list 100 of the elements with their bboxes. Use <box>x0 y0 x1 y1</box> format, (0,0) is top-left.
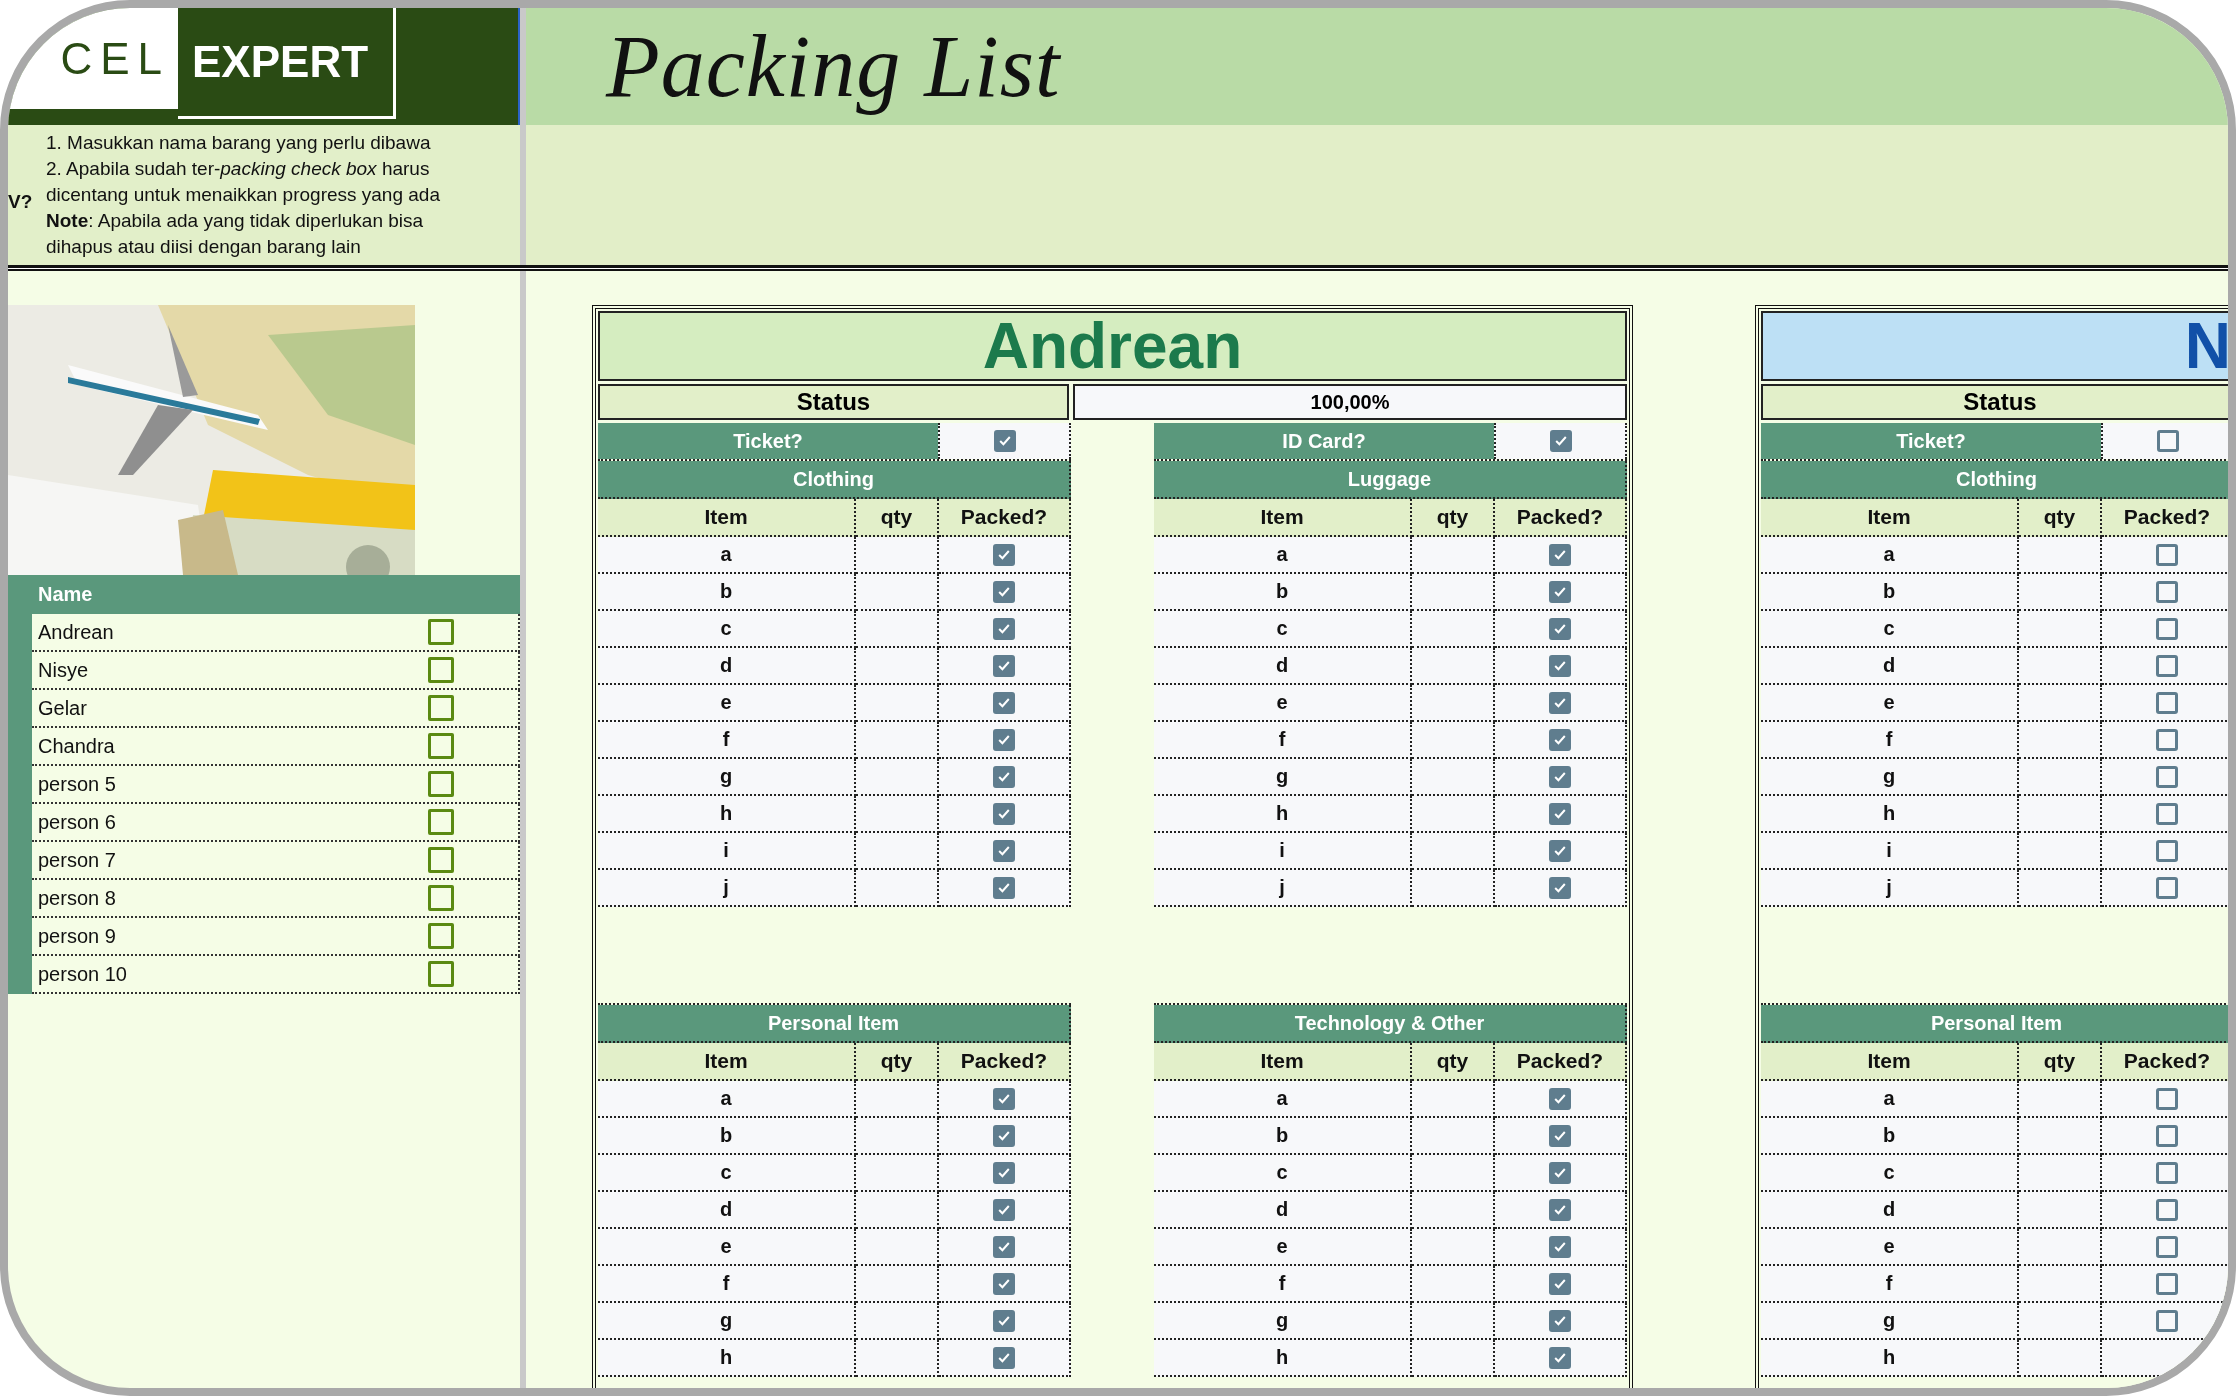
checkbox[interactable] <box>1549 839 1571 862</box>
checkbox[interactable] <box>1549 543 1571 566</box>
person-name: Chandra <box>37 734 116 758</box>
person-name: person 8 <box>37 886 117 910</box>
check-label: Ticket? <box>598 423 938 459</box>
section-header: Technology & Other <box>1154 1005 1627 1043</box>
checkbox[interactable] <box>993 580 1015 603</box>
checkbox[interactable] <box>1549 617 1571 640</box>
checkbox[interactable] <box>1549 1198 1571 1221</box>
checkbox[interactable] <box>428 771 454 797</box>
logo-text: CEL <box>8 8 178 109</box>
person-name: Andrean <box>37 620 115 644</box>
checkbox[interactable] <box>2156 1198 2178 1221</box>
checkbox[interactable] <box>1549 1161 1571 1184</box>
checkbox[interactable] <box>1549 1124 1571 1147</box>
checkbox[interactable] <box>428 809 454 835</box>
checkbox[interactable] <box>428 847 454 873</box>
checkbox[interactable] <box>1549 802 1571 825</box>
checkbox[interactable] <box>2156 654 2178 677</box>
checkbox[interactable] <box>2156 802 2178 825</box>
section-header: Luggage <box>1154 461 1627 499</box>
checkbox[interactable] <box>428 733 454 759</box>
table-cell: h <box>1154 1340 1412 1377</box>
status-label: Status <box>1761 384 2228 420</box>
person-name: person 9 <box>37 924 117 948</box>
checkbox[interactable] <box>993 765 1015 788</box>
checkbox[interactable] <box>993 543 1015 566</box>
person-name: Gelar <box>37 696 88 720</box>
person-name: person 5 <box>37 772 117 796</box>
table-cell: j <box>1761 870 2019 907</box>
checkbox[interactable] <box>428 619 454 645</box>
checkbox[interactable] <box>993 654 1015 677</box>
check-label: Ticket? <box>1761 423 2101 459</box>
checkbox[interactable] <box>2156 1309 2178 1332</box>
checkbox[interactable] <box>1549 654 1571 677</box>
checkbox[interactable] <box>993 839 1015 862</box>
table-cell: h <box>1761 1340 2019 1377</box>
checkbox[interactable] <box>428 885 454 911</box>
check-label: ID Card? <box>1154 423 1494 459</box>
checkbox[interactable] <box>993 430 1016 452</box>
checkbox[interactable] <box>993 1087 1015 1110</box>
person-name: person 10 <box>37 962 128 986</box>
checkbox[interactable] <box>1549 1087 1571 1110</box>
checkbox[interactable] <box>428 923 454 949</box>
checkbox[interactable] <box>2156 876 2178 899</box>
person-name: Andrean <box>982 309 1243 383</box>
person-name: person 7 <box>37 848 117 872</box>
table-cell: j <box>1154 870 1412 907</box>
checkbox[interactable] <box>993 1346 1015 1369</box>
checkbox[interactable] <box>2156 765 2178 788</box>
checkbox[interactable] <box>993 1198 1015 1221</box>
checkbox[interactable] <box>1549 580 1571 603</box>
checkbox[interactable] <box>993 1124 1015 1147</box>
logo-text: EXPERT <box>178 8 396 119</box>
person-name: Nisye <box>37 658 89 682</box>
section-header: Personal Item <box>1761 1005 2228 1043</box>
checkbox[interactable] <box>2156 839 2178 862</box>
checkbox[interactable] <box>993 728 1015 751</box>
checkbox[interactable] <box>1549 1309 1571 1332</box>
checkbox[interactable] <box>993 617 1015 640</box>
checkbox[interactable] <box>2156 691 2178 714</box>
person-name: person 6 <box>37 810 117 834</box>
checkbox[interactable] <box>2156 1272 2178 1295</box>
checkbox[interactable] <box>2156 1087 2178 1110</box>
checkbox[interactable] <box>993 1235 1015 1258</box>
checkbox[interactable] <box>993 1272 1015 1295</box>
checkbox[interactable] <box>2156 1124 2178 1147</box>
instruction-text: 2. Apabila sudah ter-packing check box harus dicentang untuk menaikkan progress yang ada <box>46 157 441 207</box>
checkbox[interactable] <box>993 802 1015 825</box>
checkbox[interactable] <box>1549 430 1572 452</box>
sheet-title: Packing List <box>606 17 1061 117</box>
checkbox[interactable] <box>428 695 454 721</box>
instruction-text: 1. Masukkan nama barang yang perlu dibawa <box>46 131 432 155</box>
checkbox[interactable] <box>2156 1235 2178 1258</box>
table-cell: h <box>598 1340 856 1377</box>
checkbox[interactable] <box>2156 617 2178 640</box>
checkbox[interactable] <box>2156 543 2178 566</box>
checkbox[interactable] <box>1549 1235 1571 1258</box>
checkbox[interactable] <box>993 876 1015 899</box>
checkbox[interactable] <box>1549 728 1571 751</box>
checkbox[interactable] <box>993 691 1015 714</box>
checkbox[interactable] <box>2156 580 2178 603</box>
checkbox[interactable] <box>993 1309 1015 1332</box>
checkbox[interactable] <box>1549 1272 1571 1295</box>
checkbox[interactable] <box>1549 765 1571 788</box>
side-label: V? <box>8 191 34 213</box>
status-label: Status <box>598 384 1069 420</box>
checkbox[interactable] <box>1549 876 1571 899</box>
checkbox[interactable] <box>2156 430 2179 452</box>
section-header: Clothing <box>1761 461 2228 499</box>
checkbox[interactable] <box>1549 691 1571 714</box>
checkbox[interactable] <box>428 961 454 987</box>
checkbox[interactable] <box>993 1161 1015 1184</box>
checkbox[interactable] <box>428 657 454 683</box>
instruction-text: Note: Apabila ada yang tidak diperlukan bisa dihapus atau diisi dengan barang lain <box>46 209 425 259</box>
checkbox[interactable] <box>2156 728 2178 751</box>
checkbox[interactable] <box>2156 1161 2178 1184</box>
section-header: Clothing <box>598 461 1071 499</box>
section-header: Personal Item <box>598 1005 1071 1043</box>
checkbox[interactable] <box>1549 1346 1571 1369</box>
